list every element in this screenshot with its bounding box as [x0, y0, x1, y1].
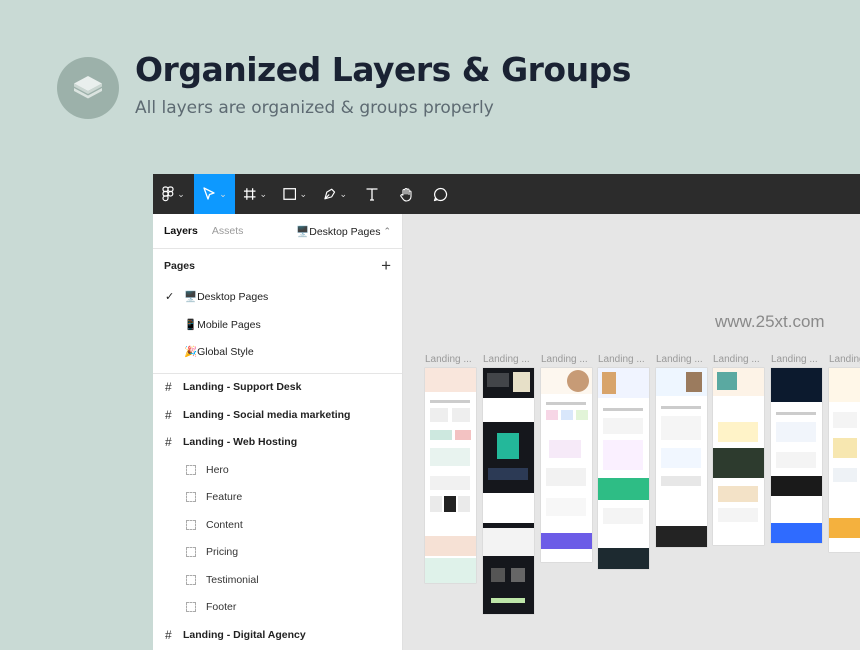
group-frame-icon: [186, 602, 196, 613]
layer-label: Landing - Web Hosting: [183, 436, 298, 449]
rectangle-icon: [283, 188, 297, 200]
text-tool-button[interactable]: [355, 174, 389, 214]
design-canvas[interactable]: www.25xt.com Landing ... Landing ... Lan…: [403, 214, 860, 650]
landing-frame-thumbnail[interactable]: [483, 368, 534, 614]
chevron-down-icon: ⌄: [339, 188, 347, 199]
layers-icon: [74, 76, 102, 99]
hand-icon: [399, 187, 412, 202]
sublayer-label: Footer: [206, 601, 237, 614]
frame-label[interactable]: Landing ...: [771, 354, 818, 365]
group-frame-icon: [186, 464, 196, 475]
sublayer-item[interactable]: Pricing: [153, 539, 402, 567]
chevron-up-icon: ⌃: [383, 225, 391, 236]
sublayer-label: Pricing: [206, 546, 239, 559]
frame-hash-icon: #: [165, 380, 172, 395]
frame-label[interactable]: Landing ...: [483, 354, 530, 365]
group-frame-icon: [186, 547, 196, 558]
page-item-mobile[interactable]: 📱Mobile Pages: [153, 311, 402, 339]
group-frame-icon: [186, 519, 196, 530]
layer-item[interactable]: # Landing - Support Desk: [153, 374, 402, 402]
figma-logo-icon: [162, 186, 174, 202]
sublayer-label: Feature: [206, 491, 243, 504]
layer-label: Landing - Social media marketing: [183, 408, 351, 421]
page-item-label: 🎉Global Style: [184, 346, 254, 359]
page-title: Organized Layers & Groups: [135, 50, 631, 89]
frame-tool-button[interactable]: ⌄: [235, 174, 275, 214]
page-item-label: 🖥️Desktop Pages: [184, 291, 269, 304]
pen-icon: [324, 188, 336, 200]
layers-panel: Layers Assets 🖥️Desktop Pages ⌃ Pages + …: [153, 214, 403, 650]
move-tool-button[interactable]: ⌄: [194, 174, 235, 214]
chevron-down-icon: ⌄: [177, 188, 185, 199]
sublayer-item[interactable]: Footer: [153, 594, 402, 622]
landing-frame-thumbnail[interactable]: [771, 368, 822, 543]
cursor-icon: [203, 187, 215, 200]
panel-tabs: Layers Assets 🖥️Desktop Pages ⌃: [153, 214, 402, 249]
pen-tool-button[interactable]: ⌄: [315, 174, 355, 214]
tab-assets[interactable]: Assets: [212, 225, 244, 237]
frame-hash-icon: #: [165, 627, 172, 642]
layer-label: Landing - Support Desk: [183, 381, 302, 394]
rectangle-tool-button[interactable]: ⌄: [275, 174, 315, 214]
page-item-label: 📱Mobile Pages: [184, 318, 261, 331]
sublayer-label: Content: [206, 518, 243, 531]
sublayer-item[interactable]: Feature: [153, 484, 402, 512]
chevron-down-icon: ⌄: [219, 188, 227, 199]
layer-item[interactable]: # Landing - Web Hosting: [153, 429, 402, 457]
landing-frame-thumbnail[interactable]: [656, 368, 707, 547]
hand-tool-button[interactable]: [389, 174, 423, 214]
group-frame-icon: [186, 574, 196, 585]
watermark: www.25xt.com: [715, 312, 825, 331]
chevron-down-icon: ⌄: [299, 188, 307, 199]
page-subtitle: All layers are organized & groups proper…: [135, 98, 494, 118]
landing-frame-thumbnail[interactable]: [541, 368, 592, 562]
frame-label[interactable]: Landing ...: [425, 354, 472, 365]
sublayer-item[interactable]: Content: [153, 511, 402, 539]
layer-label: Landing - Digital Agency: [183, 628, 306, 641]
figma-window: ⌄ ⌄ ⌄ ⌄ ⌄ Layers Assets 🖥️Desktop Pages …: [153, 174, 860, 650]
layer-item[interactable]: # Landing - Digital Agency: [153, 621, 402, 649]
frame-label[interactable]: Landing ...: [598, 354, 645, 365]
tab-layers[interactable]: Layers: [164, 225, 198, 237]
comment-icon: [433, 187, 447, 201]
landing-frame-thumbnail[interactable]: [829, 368, 860, 552]
frame-hash-icon: #: [165, 407, 172, 422]
figma-menu-button[interactable]: ⌄: [153, 174, 194, 214]
page-item-desktop[interactable]: ✓ 🖥️Desktop Pages: [153, 283, 402, 311]
landing-frame-thumbnail[interactable]: [713, 368, 764, 545]
add-page-icon[interactable]: +: [381, 256, 391, 276]
toolbar: ⌄ ⌄ ⌄ ⌄ ⌄: [153, 174, 860, 214]
layers-badge: [57, 57, 119, 119]
frame-label[interactable]: Landing ...: [656, 354, 703, 365]
frame-label[interactable]: Landing: [829, 354, 860, 365]
layer-item[interactable]: # Landing - Social media marketing: [153, 401, 402, 429]
group-frame-icon: [186, 492, 196, 503]
comment-tool-button[interactable]: [423, 174, 457, 214]
sublayer-item[interactable]: Testimonial: [153, 566, 402, 594]
sublayer-item[interactable]: Hero: [153, 456, 402, 484]
chevron-down-icon: ⌄: [259, 188, 267, 199]
frame-icon: [243, 188, 256, 200]
frame-hash-icon: #: [165, 435, 172, 450]
landing-frame-thumbnail[interactable]: [598, 368, 649, 569]
pages-header: Pages +: [153, 249, 402, 283]
page-switcher[interactable]: 🖥️Desktop Pages ⌃: [296, 225, 391, 238]
sublayer-label: Hero: [206, 463, 229, 476]
sublayer-label: Testimonial: [206, 573, 259, 586]
frame-label[interactable]: Landing ...: [541, 354, 588, 365]
text-icon: [366, 188, 378, 201]
landing-frame-thumbnail[interactable]: [425, 368, 476, 583]
page-item-global-style[interactable]: 🎉Global Style: [153, 338, 402, 366]
page-switcher-label: 🖥️Desktop Pages: [296, 225, 381, 238]
pages-header-label: Pages: [164, 260, 195, 272]
frame-label[interactable]: Landing ...: [713, 354, 760, 365]
check-icon: ✓: [165, 291, 175, 304]
